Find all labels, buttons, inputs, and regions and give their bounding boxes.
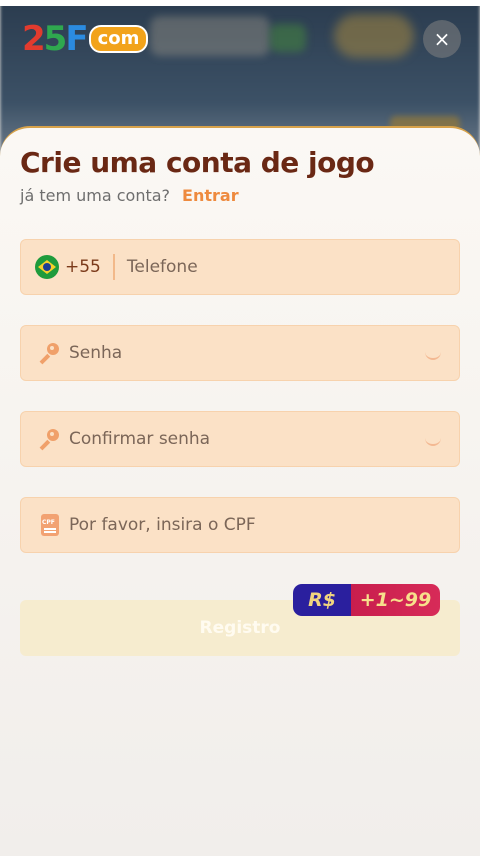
confirm-password-input[interactable]: Confirmar senha — [69, 429, 210, 449]
bonus-currency: R$ — [293, 584, 351, 616]
bonus-amount: +1~99 — [351, 584, 440, 616]
login-link[interactable]: Entrar — [182, 186, 239, 205]
background-element — [150, 16, 270, 56]
logo-number: 25F — [22, 19, 89, 59]
status-bar — [0, 0, 480, 6]
logo-domain: com — [88, 25, 149, 53]
eye-closed-icon[interactable] — [425, 434, 441, 446]
id-card-icon: CPF — [41, 514, 59, 536]
login-prompt: já tem uma conta? Entrar — [20, 186, 239, 205]
brazil-flag-icon — [35, 255, 59, 279]
page-title: Crie uma conta de jogo — [20, 146, 375, 179]
phone-field[interactable]: +55 Telefone — [20, 239, 460, 295]
register-sheet — [0, 126, 480, 856]
key-icon — [39, 429, 61, 451]
login-prompt-text: já tem uma conta? — [20, 186, 171, 205]
phone-input[interactable]: Telefone — [127, 257, 198, 277]
confirm-password-field[interactable]: Confirmar senha — [20, 411, 460, 467]
brand-logo: 25F com — [22, 19, 149, 59]
cpf-field[interactable]: CPF Por favor, insira o CPF — [20, 497, 460, 553]
field-divider — [112, 254, 115, 280]
close-icon: × — [433, 27, 451, 51]
background-element — [270, 24, 306, 52]
country-code[interactable]: +55 — [65, 257, 101, 277]
cpf-input[interactable]: Por favor, insira o CPF — [69, 515, 256, 535]
password-input[interactable]: Senha — [69, 343, 122, 363]
background-element — [334, 14, 414, 58]
eye-closed-icon[interactable] — [425, 348, 441, 360]
bonus-badge: R$ +1~99 — [293, 584, 440, 616]
password-field[interactable]: Senha — [20, 325, 460, 381]
key-icon — [39, 343, 61, 365]
close-button[interactable]: × — [423, 20, 461, 58]
